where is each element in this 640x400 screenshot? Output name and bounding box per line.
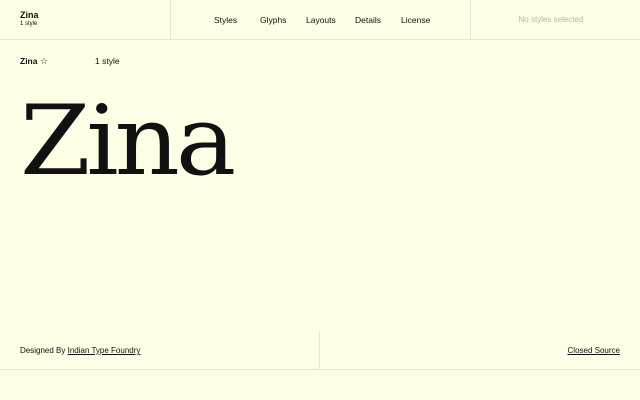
star-outline-icon[interactable]: ☆ — [40, 55, 48, 67]
top-bar: Zina 1 style Styles Glyphs Layouts Detai… — [0, 0, 640, 40]
license-link[interactable]: Closed Source — [568, 345, 620, 356]
font-specimen: Zina — [20, 92, 238, 182]
nav-glyphs[interactable]: Glyphs — [260, 14, 286, 26]
nav-styles[interactable]: Styles — [214, 14, 237, 26]
specimen-text: Zina — [20, 92, 234, 182]
family-name: Zina — [20, 56, 38, 66]
foundry-link[interactable]: Indian Type Foundry — [68, 346, 141, 355]
nav-license[interactable]: License — [401, 14, 430, 26]
nav-details[interactable]: Details — [355, 14, 381, 26]
designed-by-label: Designed By — [20, 346, 68, 355]
designer-credit: Designed By Indian Type Foundry — [20, 345, 140, 356]
nav-layouts[interactable]: Layouts — [306, 14, 336, 26]
footer-divider — [319, 332, 320, 369]
selection-status: No styles selected — [518, 15, 584, 24]
style-count: 1 style — [95, 56, 120, 66]
footer-bottom-rule — [0, 369, 640, 370]
family-row: Zina ☆ 1 style — [20, 55, 320, 67]
